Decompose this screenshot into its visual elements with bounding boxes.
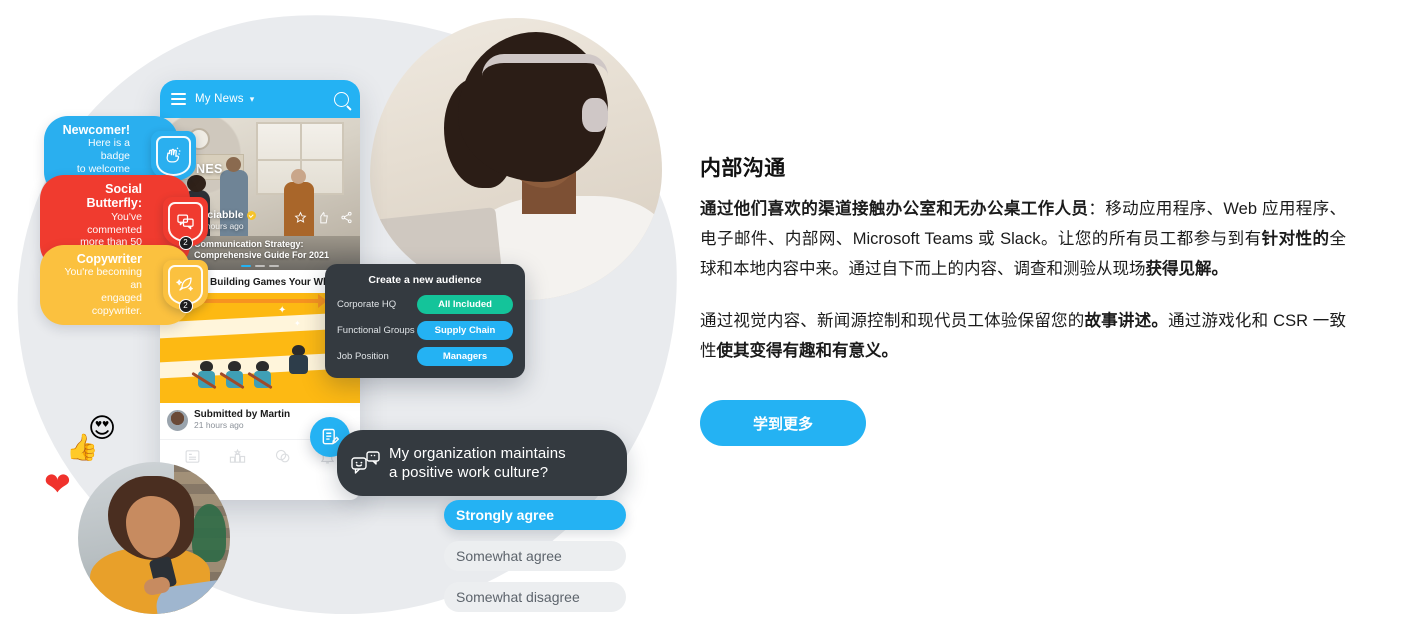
survey-answer-somewhat-agree[interactable]: Somewhat agree <box>444 541 626 571</box>
heart-reaction: ❤ <box>44 466 71 502</box>
like-icon[interactable] <box>317 211 330 224</box>
content-column: 内部沟通 通过他们喜欢的渠道接触办公室和无办公桌工作人员：移动应用程序、Web … <box>700 0 1370 626</box>
avatar <box>166 409 189 432</box>
audience-row: Functional Groups Supply Chain <box>337 321 513 340</box>
p1-bold-lead: 通过他们喜欢的渠道接触办公室和无办公桌工作人员 <box>700 200 1089 218</box>
audience-row: Job Position Managers <box>337 347 513 366</box>
verified-badge-icon <box>246 210 256 220</box>
survey-question-bubble: My organization maintains a positive wor… <box>337 430 627 497</box>
page-root: My News ▾ NES Sociabble 21 hours ago Com… <box>0 0 1418 626</box>
learn-more-button[interactable]: 学到更多 <box>700 400 866 447</box>
badge-line1: You've commented <box>87 210 142 236</box>
body-paragraph-2: 通过视觉内容、新闻源控制和现代员工体验保留您的故事讲述。通过游戏化和 CSR 一… <box>700 306 1346 366</box>
share-icon[interactable] <box>340 211 353 224</box>
badge-title: Social Butterfly: <box>86 182 142 211</box>
p2-bold-1: 故事讲述。 <box>1084 312 1169 331</box>
post-actions <box>294 211 353 224</box>
badge-line1: You're becoming an <box>64 266 142 292</box>
post-title-line2: Comprehensive Guide For 2021 <box>194 249 330 260</box>
audience-row-label: Functional Groups <box>337 325 415 336</box>
badge-title: Newcomer! <box>62 123 130 137</box>
audience-panel-title: Create a new audience <box>368 274 482 286</box>
leaderboard-icon[interactable] <box>229 448 246 465</box>
badge-count: 2 <box>178 235 193 250</box>
app-nav-title: My News <box>195 93 244 105</box>
section-heading: 内部沟通 <box>700 157 786 180</box>
badge-line2: engaged copywriter. <box>91 291 142 317</box>
survey-chat-icon <box>351 451 381 475</box>
heart-eyes-reaction: 😍 <box>88 413 117 443</box>
clapping-hands-icon <box>151 130 196 181</box>
chat-icon[interactable] <box>274 448 291 465</box>
audience-row: Corporate HQ All Included <box>337 295 513 314</box>
quill-sparkle-icon: 2 <box>163 259 208 313</box>
body-paragraph-1: 通过他们喜欢的渠道接触办公室和无办公桌工作人员：移动应用程序、Web 应用程序、… <box>700 194 1346 284</box>
hamburger-menu-icon[interactable] <box>171 93 186 105</box>
survey-answer-strongly-agree[interactable]: Strongly agree <box>444 500 626 530</box>
survey-question-line1: My organization maintains <box>389 445 566 462</box>
audience-chip-all-included[interactable]: All Included <box>417 295 513 314</box>
chevron-down-icon[interactable]: ▾ <box>250 94 255 105</box>
badge-title: Copywriter <box>76 252 142 266</box>
survey-answer-somewhat-disagree[interactable]: Somewhat disagree <box>444 582 626 612</box>
post-title-line1: Communication Strategy: <box>194 239 304 249</box>
p1-bold-2: 针对性的 <box>1261 230 1330 249</box>
badge-count: 2 <box>178 298 193 313</box>
app-header: My News ▾ <box>160 80 360 118</box>
star-icon[interactable] <box>294 211 307 224</box>
photo-woman-with-phone <box>78 462 230 614</box>
create-audience-panel: Create a new audience Corporate HQ All I… <box>325 264 525 378</box>
badge-line1: Here is a badge <box>87 137 130 163</box>
search-icon[interactable] <box>334 91 349 107</box>
audience-chip-supply-chain[interactable]: Supply Chain <box>417 321 513 340</box>
p2-bold-2: 使其变得有趣和有意义。 <box>716 342 899 361</box>
audience-row-label: Corporate HQ <box>337 299 397 310</box>
carousel-dots[interactable] <box>241 265 279 267</box>
badge-card-copywriter[interactable]: Copywriter You're becoming an engaged co… <box>40 245 208 325</box>
p1-bold-3: 获得见解。 <box>1145 260 1229 279</box>
audience-chip-managers[interactable]: Managers <box>417 347 513 366</box>
feed-overlay-text: NES <box>196 162 223 176</box>
p2-start: 通过视觉内容、新闻源控制和现代员工体验保留您的 <box>700 312 1085 331</box>
chat-bubbles-icon: 2 <box>163 196 208 250</box>
survey-question-line2: a positive work culture? <box>389 464 549 482</box>
audience-row-label: Job Position <box>337 351 389 362</box>
product-illustration: My News ▾ NES Sociabble 21 hours ago Com… <box>0 0 700 626</box>
